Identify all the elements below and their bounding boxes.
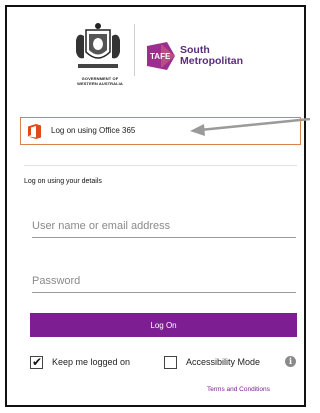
government-text: GOVERNMENT OF WESTERN AUSTRALIA <box>68 76 132 86</box>
accessibility-mode-label: Accessibility Mode <box>186 357 261 367</box>
info-icon[interactable]: i <box>285 356 296 367</box>
tafe-badge-text: TAFE <box>150 52 171 61</box>
institution-name-line2: Metropolitan <box>180 55 243 67</box>
government-text-line2: WESTERN AUSTRALIA <box>77 81 123 86</box>
callout-arrow-icon <box>190 118 311 136</box>
accessibility-mode-checkbox[interactable] <box>164 356 177 369</box>
office-icon <box>28 124 41 139</box>
logo-divider <box>134 24 135 76</box>
tafe-logo-icon: TAFE <box>147 42 175 70</box>
password-input[interactable] <box>32 270 296 293</box>
keep-logged-on-label: Keep me logged on <box>52 357 131 367</box>
checkmark-icon: ✔ <box>32 355 43 369</box>
government-crest-icon <box>76 23 120 68</box>
username-input[interactable] <box>32 215 296 238</box>
office365-login-label: Log on using Office 365 <box>51 126 136 135</box>
details-section-title: Log on using your details <box>24 178 102 185</box>
log-on-button[interactable]: Log On <box>30 313 297 337</box>
keep-logged-on-checkbox[interactable]: ✔ <box>30 355 43 369</box>
terms-and-conditions-link[interactable]: Terms and Conditions <box>207 386 270 393</box>
divider <box>24 165 297 166</box>
institution-name: South Metropolitan <box>180 45 243 67</box>
header-logos: GOVERNMENT OF WESTERN AUSTRALIA TAFE Sou… <box>68 18 268 86</box>
